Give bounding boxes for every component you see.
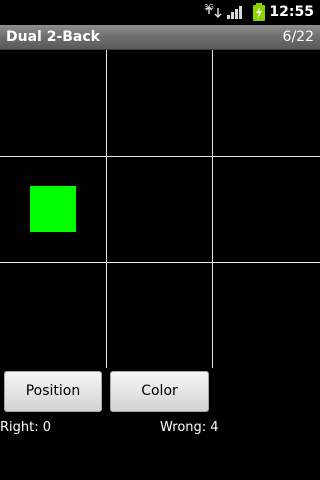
grid-line-horizontal-1 — [0, 156, 320, 157]
color-button[interactable]: Color — [110, 371, 209, 412]
right-count: Right: 0 — [0, 420, 52, 435]
battery-charging-icon — [253, 3, 265, 21]
trial-counter: 6/22 — [282, 29, 314, 45]
grid-line-vertical-2 — [212, 50, 213, 368]
signal-strength-icon — [227, 15, 230, 19]
grid-line-horizontal-2 — [0, 262, 320, 263]
wrong-count: Wrong: 4 — [160, 420, 219, 435]
stimulus-square — [30, 186, 76, 232]
app-title-bar: Dual 2-Back 6/22 — [0, 25, 320, 50]
position-grid — [0, 50, 320, 368]
grid-line-vertical-1 — [106, 50, 107, 368]
app-title: Dual 2-Back — [6, 29, 100, 45]
network-type-label: 3G — [204, 3, 214, 11]
status-time: 12:55 — [269, 4, 314, 20]
position-button[interactable]: Position — [4, 371, 102, 412]
status-bar: 3G 12:55 — [0, 0, 320, 25]
